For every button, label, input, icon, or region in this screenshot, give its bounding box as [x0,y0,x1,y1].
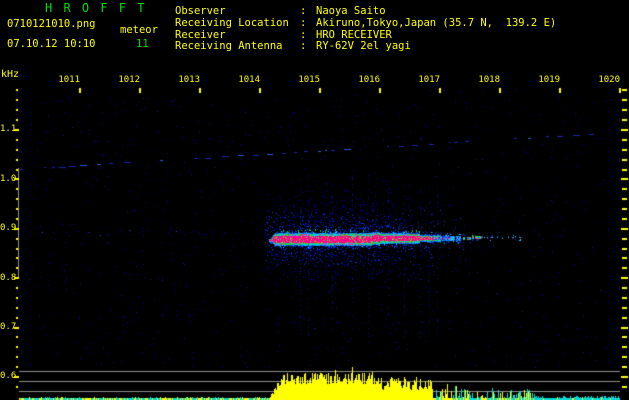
spectrogram-canvas [0,0,629,400]
receiver-value: HRO RECEIVER [316,29,392,41]
location-separator: : [300,17,307,29]
y-tick-label: 1.1 [0,124,17,134]
x-tick-label: 1019 [538,75,560,85]
y-tick-label: 0.9 [0,223,17,233]
antenna-value: RY-62V 2el yagi [316,40,411,52]
observer-label: Observer [175,5,226,17]
timestamp: 07.10.12 10:10 [7,38,96,50]
x-tick-label: 1015 [298,75,320,85]
x-tick-label: 1011 [58,75,80,85]
echo-count: 11 [136,38,149,50]
x-tick-label: 1016 [358,75,380,85]
y-tick-label: 1.0 [0,174,17,184]
file-name: 0710121010.png [7,18,96,30]
x-tick-label: 1012 [118,75,140,85]
y-tick-label: 0.7 [0,322,17,332]
observer-separator: : [300,5,307,17]
location-label: Receiving Location [175,17,289,29]
y-axis-unit: kHz [1,69,20,80]
x-tick-label: 1018 [478,75,500,85]
x-tick-label: 1014 [238,75,260,85]
app-title: H R O F F T [45,1,147,15]
observer-value: Naoya Saito [316,5,386,17]
antenna-separator: : [300,40,307,52]
x-tick-label: 1020 [598,75,620,85]
receiver-separator: : [300,29,307,41]
hrofft-window: H R O F F T 0710121010.png meteor 07.10.… [0,0,629,400]
location-value: Akiruno,Tokyo,Japan (35.7 N, 139.2 E) [316,17,557,29]
y-tick-label: 0.8 [0,273,17,283]
x-tick-label: 1017 [418,75,440,85]
mode-label: meteor [120,24,158,36]
receiver-label: Receiver [175,29,226,41]
y-tick-label: 0.6 [0,371,17,381]
x-tick-label: 1013 [178,75,200,85]
antenna-label: Receiving Antenna [175,40,283,52]
